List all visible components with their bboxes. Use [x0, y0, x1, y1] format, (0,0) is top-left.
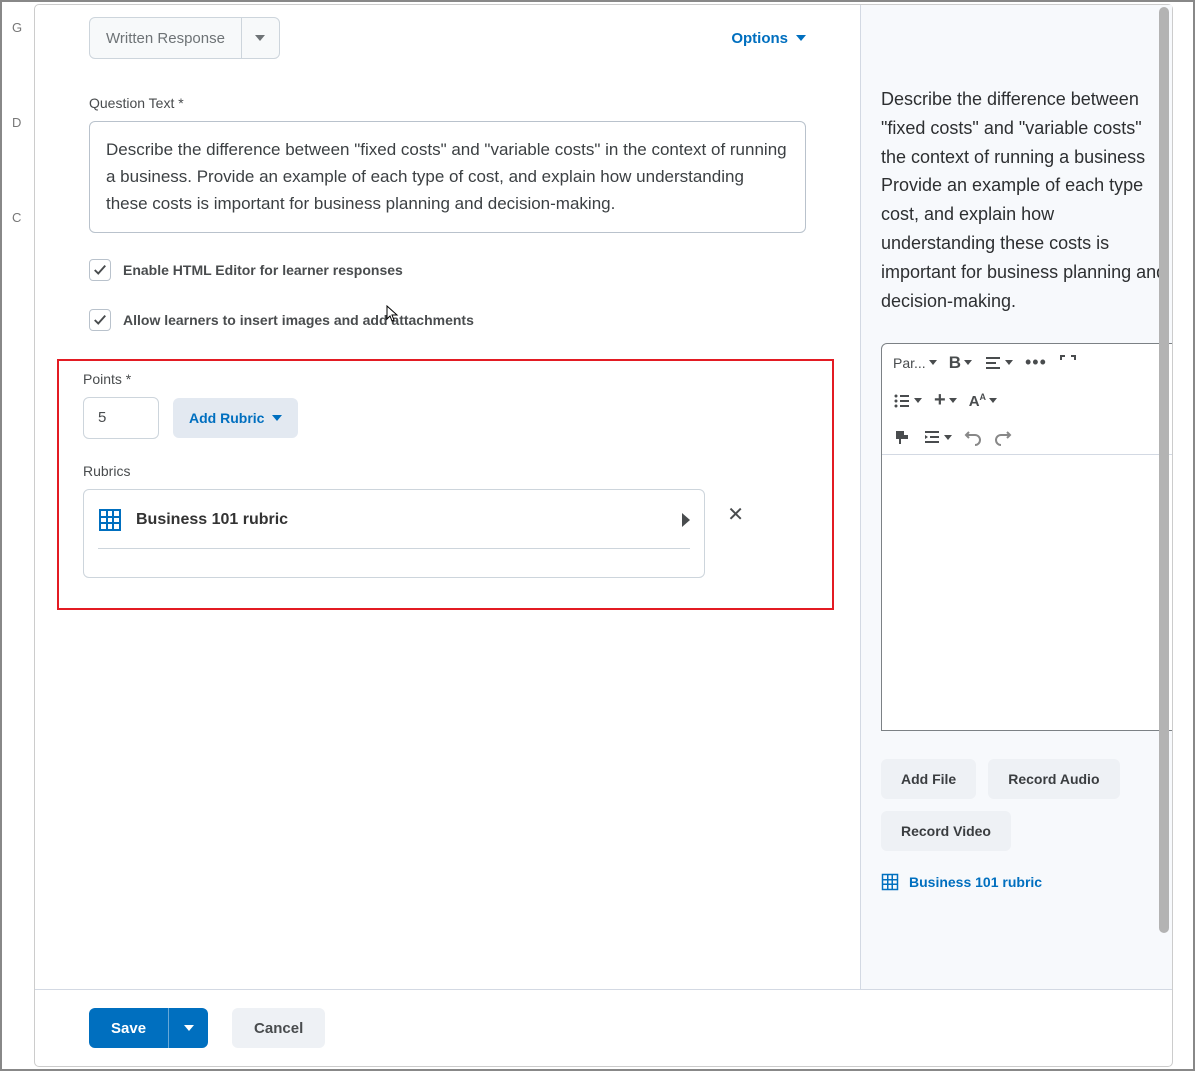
- rubrics-section: Rubrics: [83, 463, 808, 578]
- rubrics-label: Rubrics: [83, 463, 808, 479]
- question-type-label: Written Response: [90, 30, 241, 47]
- points-row: Add Rubric: [83, 397, 808, 439]
- annotation-highlight: Points * Add Rubric Rubrics: [57, 359, 834, 610]
- chevron-down-icon: [796, 35, 806, 41]
- chevron-down-icon: [272, 415, 282, 421]
- checkbox-checked-icon[interactable]: [89, 309, 111, 331]
- insert-button[interactable]: +: [929, 385, 962, 416]
- background-sidebar: G D C: [2, 2, 30, 1069]
- save-dropdown-button[interactable]: [168, 1008, 208, 1048]
- expand-icon[interactable]: [682, 513, 690, 527]
- question-text-label: Question Text *: [89, 95, 806, 111]
- checkbox-label: Enable HTML Editor for learner responses: [123, 262, 403, 278]
- font-button[interactable]: AA: [964, 388, 1002, 414]
- cancel-button[interactable]: Cancel: [232, 1008, 325, 1048]
- editor-toolbar: Par... B •••: [882, 344, 1172, 455]
- save-button-group: Save: [89, 1008, 208, 1048]
- editor-panel: Written Response Options Question Text *…: [35, 5, 860, 989]
- rubric-link-label: Business 101 rubric: [909, 874, 1042, 890]
- format-painter-button[interactable]: [888, 424, 916, 450]
- modal-footer: Save Cancel: [35, 989, 1172, 1066]
- undo-button[interactable]: [959, 424, 987, 450]
- question-type-select[interactable]: Written Response: [89, 17, 280, 59]
- record-video-button[interactable]: Record Video: [881, 811, 1011, 851]
- bg-letter: C: [2, 210, 30, 225]
- scrollbar[interactable]: [1159, 7, 1169, 933]
- chevron-down-icon: [964, 360, 972, 365]
- checkbox-label: Allow learners to insert images and add …: [123, 312, 474, 328]
- chevron-down-icon: [949, 398, 957, 403]
- options-label: Options: [731, 30, 788, 47]
- more-button[interactable]: •••: [1020, 348, 1052, 377]
- chevron-down-icon: [929, 360, 937, 365]
- chevron-down-icon: [989, 398, 997, 403]
- options-link[interactable]: Options: [731, 30, 806, 47]
- bg-letter: D: [2, 115, 30, 130]
- chevron-down-icon: [914, 398, 922, 403]
- points-label: Points *: [83, 371, 808, 387]
- bold-button[interactable]: B: [944, 349, 977, 377]
- rubric-link[interactable]: Business 101 rubric: [881, 873, 1172, 891]
- preview-panel: Describe the difference between "fixed c…: [860, 5, 1172, 989]
- rubric-grid-icon: [98, 508, 122, 532]
- rubric-grid-icon: [881, 873, 899, 891]
- question-text-input[interactable]: Describe the difference between "fixed c…: [89, 121, 806, 233]
- indent-button[interactable]: [918, 424, 957, 450]
- rubric-name: Business 101 rubric: [136, 511, 668, 529]
- rubric-card[interactable]: Business 101 rubric ✕: [83, 489, 705, 578]
- chevron-down-icon: [241, 18, 279, 58]
- chevron-down-icon: [1005, 360, 1013, 365]
- enable-html-editor-checkbox-row[interactable]: Enable HTML Editor for learner responses: [89, 259, 806, 281]
- allow-attachments-checkbox-row[interactable]: Allow learners to insert images and add …: [89, 309, 806, 331]
- fullscreen-button[interactable]: [1054, 350, 1082, 376]
- record-audio-button[interactable]: Record Audio: [988, 759, 1119, 799]
- add-rubric-button[interactable]: Add Rubric: [173, 398, 298, 438]
- paragraph-style-select[interactable]: Par...: [888, 351, 942, 375]
- points-input[interactable]: [83, 397, 159, 439]
- preview-question-text: Describe the difference between "fixed c…: [881, 85, 1172, 315]
- align-button[interactable]: [979, 350, 1018, 376]
- checkbox-checked-icon[interactable]: [89, 259, 111, 281]
- chevron-down-icon: [184, 1025, 194, 1031]
- list-button[interactable]: [888, 388, 927, 414]
- attachment-buttons: Add File Record Audio Record Video: [881, 759, 1172, 851]
- modal-body: Written Response Options Question Text *…: [35, 5, 1172, 989]
- rich-text-editor[interactable]: Par... B •••: [881, 343, 1172, 731]
- editor-body[interactable]: [882, 455, 1172, 730]
- remove-rubric-button[interactable]: ✕: [727, 502, 744, 527]
- add-rubric-label: Add Rubric: [189, 410, 264, 426]
- chevron-down-icon: [944, 435, 952, 440]
- modal: Written Response Options Question Text *…: [34, 4, 1173, 1067]
- bg-letter: G: [2, 20, 30, 35]
- add-file-button[interactable]: Add File: [881, 759, 976, 799]
- save-button[interactable]: Save: [89, 1008, 168, 1048]
- redo-button[interactable]: [989, 424, 1017, 450]
- app-frame: G D C Written Response Options Question …: [0, 0, 1195, 1071]
- top-row: Written Response Options: [89, 17, 806, 59]
